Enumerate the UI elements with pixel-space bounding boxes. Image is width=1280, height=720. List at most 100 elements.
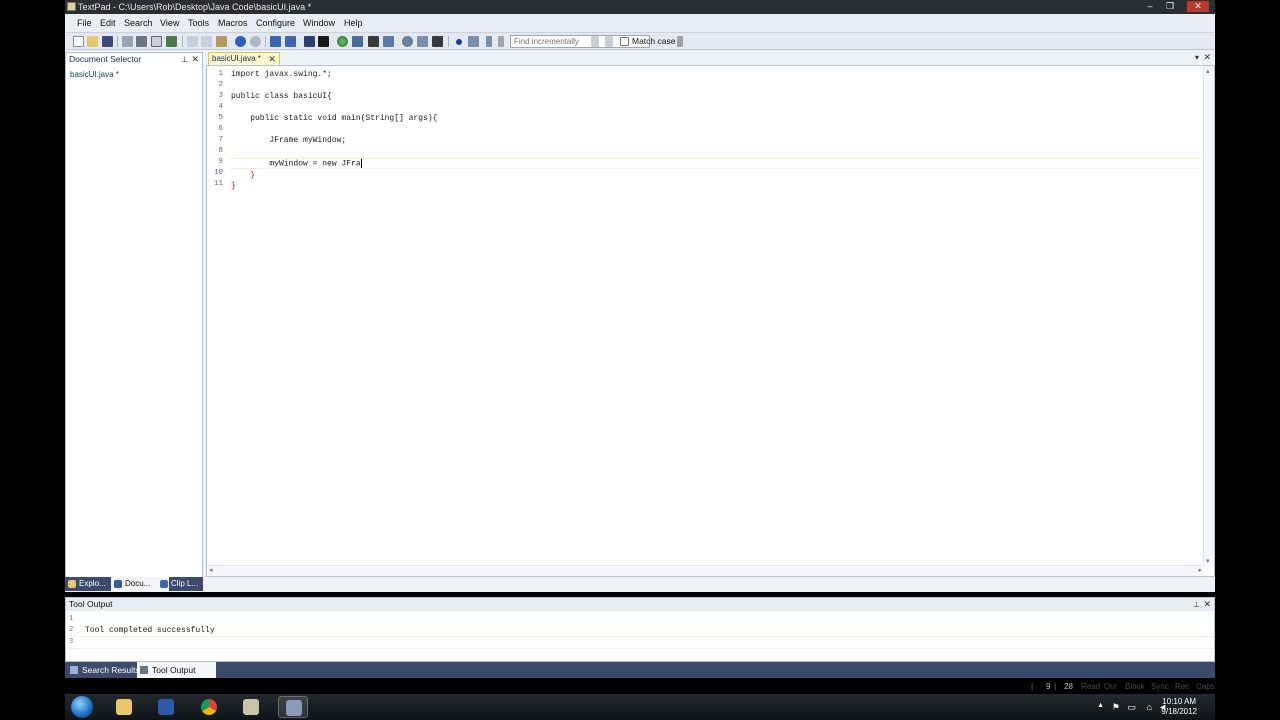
- find-in-files-icon[interactable]: [432, 36, 443, 47]
- toolbar-overflow-icon[interactable]: [498, 36, 504, 47]
- toolbar-overflow-icon[interactable]: [677, 36, 683, 47]
- code-line[interactable]: }: [231, 170, 1200, 181]
- scroll-down-icon[interactable]: ▾: [1206, 557, 1210, 565]
- undo-icon[interactable]: [235, 36, 246, 47]
- taskbar-explorer[interactable]: [109, 696, 139, 718]
- close-icon[interactable]: ✕: [191, 53, 199, 66]
- open-folder-icon[interactable]: [87, 36, 98, 47]
- pause-macro-icon[interactable]: [468, 36, 479, 47]
- print-preview-icon[interactable]: [151, 36, 162, 47]
- redo-icon[interactable]: [250, 36, 261, 47]
- taskbar-media-player[interactable]: [151, 696, 181, 718]
- taskbar-recorder[interactable]: [236, 696, 266, 718]
- action-center-flag-icon[interactable]: ⚑: [1112, 702, 1120, 713]
- line-number-gutter: 1 2 3 4 5 6 7 8 9 10 11: [209, 69, 223, 190]
- menu-macros[interactable]: Macros: [218, 18, 248, 28]
- taskbar-textpad[interactable]: [278, 696, 308, 718]
- pin-icon[interactable]: ⊥: [1193, 598, 1200, 611]
- line-number: 6: [218, 125, 223, 133]
- close-button[interactable]: ✕: [1187, 1, 1209, 12]
- code-area[interactable]: import javax.swing.*; public class basicU…: [231, 69, 1200, 192]
- scroll-right-icon[interactable]: ▸: [1198, 566, 1202, 574]
- line-number: 4: [218, 103, 223, 111]
- code-line-text: import javax.swing.*;: [231, 70, 332, 79]
- document-list-item[interactable]: basicUI.java *: [70, 70, 119, 79]
- toolbar-separator: [448, 36, 449, 47]
- output-line[interactable]: 2 Tool completed successfully: [69, 625, 1214, 636]
- code-line[interactable]: }: [231, 181, 1200, 192]
- display-icon[interactable]: ▭: [1127, 702, 1136, 713]
- code-line[interactable]: JFrame myWindow;: [231, 135, 1200, 146]
- tab-list-chevron-icon[interactable]: ▾: [1195, 53, 1199, 62]
- scroll-left-icon[interactable]: ◂: [209, 566, 213, 574]
- menu-search[interactable]: Search: [124, 18, 153, 28]
- output-line[interactable]: 3: [69, 636, 1214, 649]
- horizontal-scrollbar[interactable]: ◂ ▸: [207, 565, 1204, 576]
- check-icon[interactable]: [352, 36, 363, 47]
- tab-explorer-label: Explo...: [79, 579, 106, 588]
- code-line[interactable]: public static void main(String[] args){: [231, 113, 1200, 124]
- tab-clip-library[interactable]: Clip L...: [157, 577, 215, 591]
- vertical-scrollbar[interactable]: ▴ ▾: [1203, 66, 1214, 566]
- menu-help[interactable]: Help: [344, 18, 363, 28]
- output-line[interactable]: 1: [69, 614, 1214, 625]
- minimize-button[interactable]: ‒: [1141, 1, 1159, 12]
- status-line-number: 9: [1046, 682, 1051, 691]
- system-clock[interactable]: 10:10 AM 9/18/2012: [1161, 697, 1197, 717]
- close-icon[interactable]: ✕: [1203, 598, 1211, 611]
- network-icon[interactable]: ⌂: [1147, 702, 1152, 712]
- tab-tool-output[interactable]: Tool Output: [137, 662, 216, 678]
- find-previous-icon[interactable]: [605, 36, 613, 47]
- code-line[interactable]: import javax.swing.*;: [231, 69, 1200, 80]
- left-panel-tabs: Explo... Docu... Clip L...: [65, 577, 203, 591]
- taskbar-chrome[interactable]: [194, 696, 224, 718]
- menu-tools[interactable]: Tools: [188, 18, 209, 28]
- find-icon[interactable]: [402, 36, 413, 47]
- menu-configure[interactable]: Configure: [256, 18, 295, 28]
- paste-icon[interactable]: [216, 36, 227, 47]
- record-macro-icon[interactable]: [456, 39, 462, 45]
- indent-icon[interactable]: [270, 36, 281, 47]
- code-line[interactable]: [231, 146, 1200, 157]
- spell-check-icon[interactable]: [166, 36, 177, 47]
- close-tab-icon[interactable]: ✕: [268, 53, 276, 65]
- replace-icon[interactable]: [417, 36, 428, 47]
- pin-icon[interactable]: ⊥: [181, 53, 188, 66]
- code-line-text: public class basicUI{: [231, 92, 332, 101]
- play-macro-icon[interactable]: [486, 36, 492, 47]
- menu-window[interactable]: Window: [303, 18, 335, 28]
- copy-icon[interactable]: [201, 36, 212, 47]
- word-wrap-icon[interactable]: [304, 36, 315, 47]
- menu-view[interactable]: View: [160, 18, 179, 28]
- line-number: 10: [213, 169, 223, 177]
- code-line[interactable]: [231, 102, 1200, 113]
- visible-spaces-icon[interactable]: [318, 36, 329, 47]
- save-all-icon[interactable]: [122, 36, 133, 47]
- start-button[interactable]: [71, 696, 93, 718]
- scroll-up-icon[interactable]: ▴: [1206, 67, 1210, 75]
- print-icon[interactable]: [136, 36, 147, 47]
- tool-output-lines[interactable]: 1 2 Tool completed successfully 3: [69, 614, 1214, 649]
- window-title: TextPad - C:\Users\Rob\Desktop\Java Code…: [78, 2, 312, 12]
- tab-basicui-java[interactable]: basicUI.java * ✕: [208, 52, 280, 65]
- find-incrementally-box[interactable]: [510, 35, 655, 48]
- save-icon[interactable]: [102, 36, 113, 47]
- show-hidden-icons-icon[interactable]: ▲: [1097, 702, 1104, 709]
- code-line[interactable]: myWindow = new JFra: [231, 158, 1200, 169]
- outdent-icon[interactable]: [285, 36, 296, 47]
- code-line[interactable]: public class basicUI{: [231, 91, 1200, 102]
- code-line[interactable]: [231, 80, 1200, 91]
- close-document-icon[interactable]: ✕: [1203, 52, 1211, 63]
- new-file-icon[interactable]: [73, 36, 84, 47]
- code-line[interactable]: [231, 124, 1200, 135]
- menu-edit[interactable]: Edit: [100, 18, 116, 28]
- restore-button[interactable]: ❐: [1161, 1, 1179, 12]
- code-editor[interactable]: 1 2 3 4 5 6 7 8 9 10 11 import javax.swing.*; publi…: [206, 65, 1215, 577]
- globe-icon[interactable]: [337, 36, 348, 47]
- sort-icon[interactable]: [368, 36, 379, 47]
- menu-file[interactable]: File: [77, 18, 92, 28]
- match-case-checkbox[interactable]: [620, 37, 629, 46]
- cut-icon[interactable]: [187, 36, 198, 47]
- compare-icon[interactable]: [383, 36, 394, 47]
- find-next-icon[interactable]: [591, 36, 599, 47]
